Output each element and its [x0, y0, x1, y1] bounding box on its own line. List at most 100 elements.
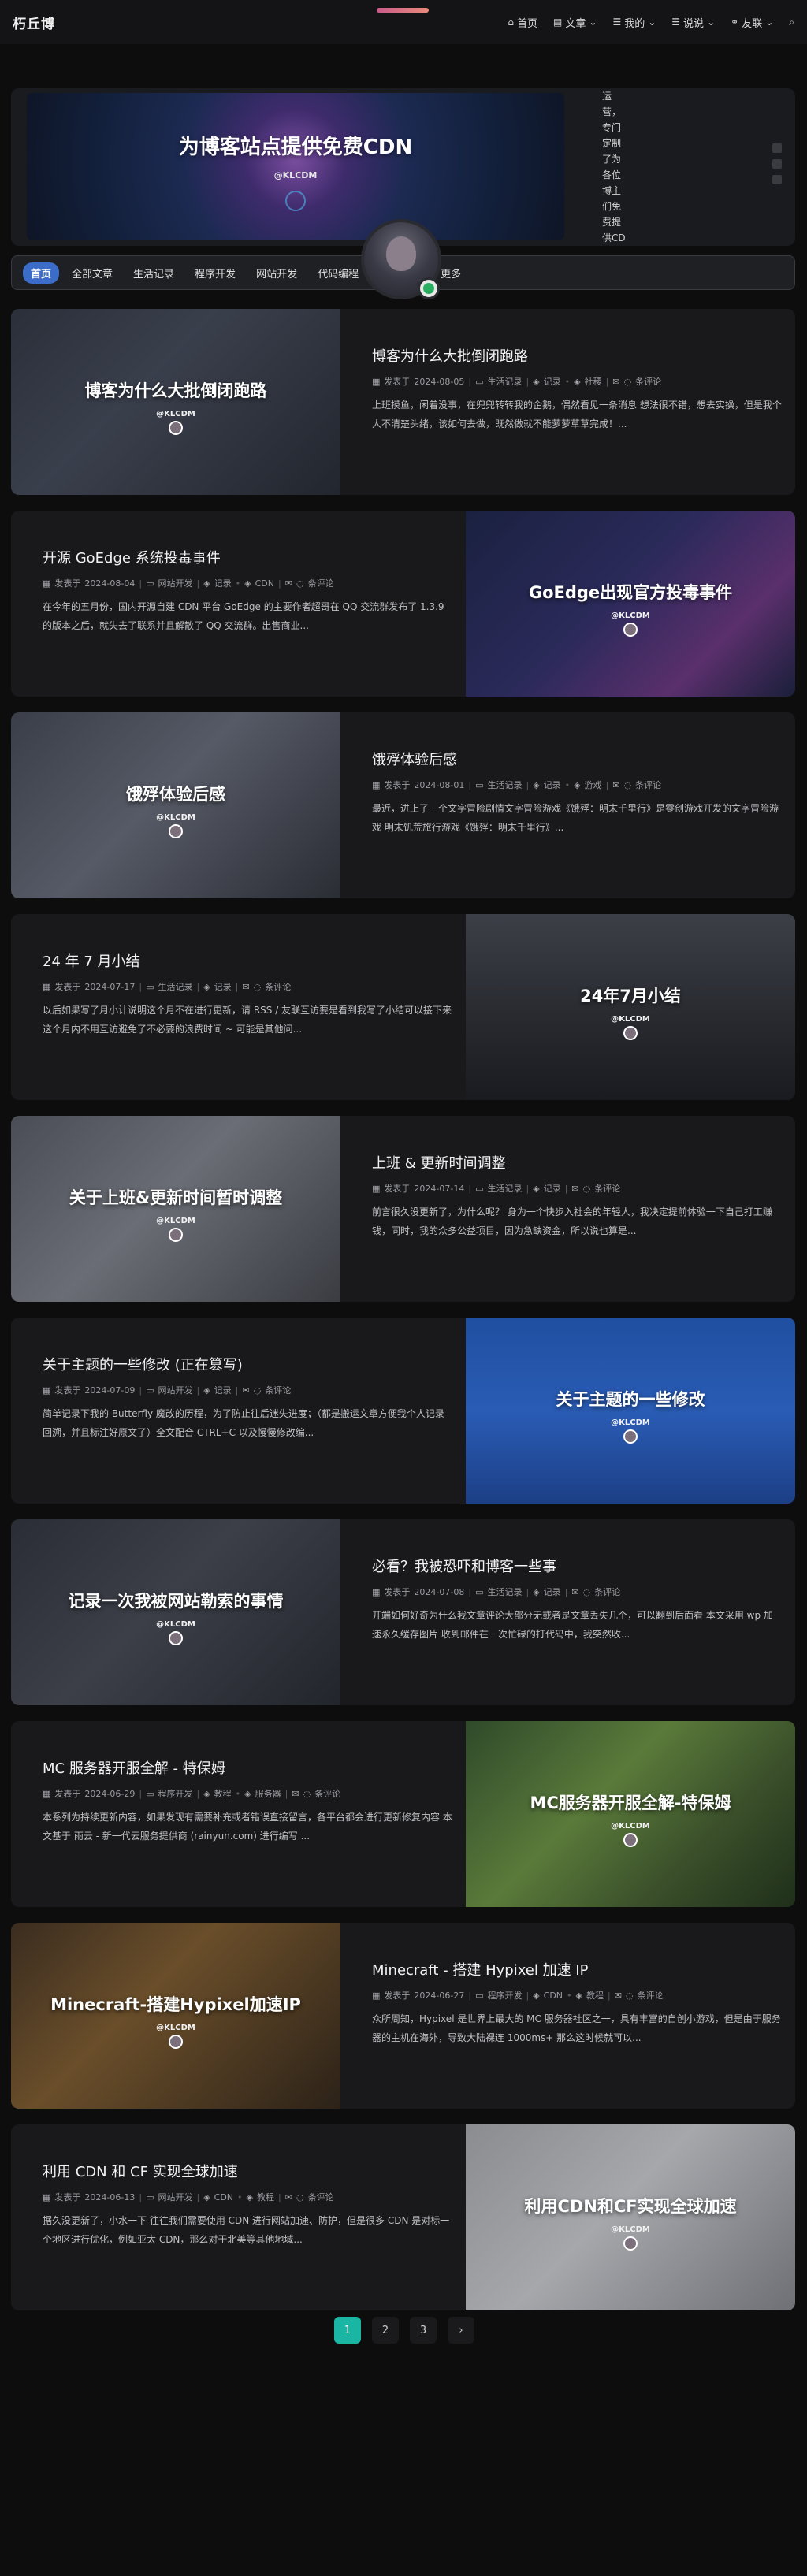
post-title[interactable]: 利用 CDN 和 CF 实现全球加速	[43, 2161, 452, 2181]
post-comments[interactable]: 条评论	[594, 1585, 620, 1598]
cover-avatar	[169, 2035, 183, 2049]
post-category[interactable]: 生活记录	[158, 980, 192, 993]
post-tag[interactable]: CDN	[255, 578, 274, 589]
slider-dot[interactable]	[772, 143, 782, 153]
post-category[interactable]: 生活记录	[487, 1585, 522, 1598]
post-tag[interactable]: 记录	[214, 980, 232, 993]
post-tag[interactable]: 记录	[544, 779, 561, 791]
post-card[interactable]: 关于主题的一些修改 @KLCDM 关于主题的一些修改 (正在篡写) ▦ 发表于 2024-…	[11, 1318, 795, 1504]
hero-slider-dots[interactable]	[772, 143, 782, 191]
tab-0[interactable]: 首页	[23, 262, 60, 284]
avatar-face	[386, 236, 416, 271]
post-tag[interactable]: 服务器	[255, 1787, 281, 1800]
post-card[interactable]: GoEdge出现官方投毒事件 @KLCDM 开源 GoEdge 系统投毒事件 ▦ 发表于…	[11, 511, 795, 697]
tab-4[interactable]: 网站开发	[248, 262, 305, 284]
post-cover-image[interactable]: 关于上班&更新时间暂时调整 @KLCDM	[11, 1116, 340, 1302]
comments-icon: ✉	[612, 779, 620, 790]
post-cover-image[interactable]: MC服务器开服全解-特保姆 @KLCDM	[466, 1721, 795, 1907]
post-title[interactable]: 饿殍体验后感	[372, 749, 782, 769]
post-tag[interactable]: 教程	[586, 1989, 604, 2002]
post-card[interactable]: 博客为什么大批倒闭跑路 @KLCDM 博客为什么大批倒闭跑路 ▦ 发表于 2024-08-…	[11, 309, 795, 495]
folder-icon: ▭	[475, 376, 484, 387]
post-comments[interactable]: 条评论	[265, 1384, 291, 1396]
post-tag[interactable]: CDN	[544, 1991, 563, 2001]
page-button-3[interactable]: 3	[410, 2317, 437, 2344]
post-title[interactable]: 关于主题的一些修改 (正在篡写)	[43, 1354, 452, 1374]
post-category[interactable]: 网站开发	[158, 577, 192, 589]
post-cover-image[interactable]: GoEdge出现官方投毒事件 @KLCDM	[466, 511, 795, 697]
tab-1[interactable]: 全部文章	[64, 262, 121, 284]
post-category[interactable]: 网站开发	[158, 1384, 192, 1396]
post-title[interactable]: 必看？我被恐吓和博客一些事	[372, 1556, 782, 1576]
post-tag[interactable]: 记录	[214, 1384, 232, 1396]
post-comments[interactable]: 条评论	[635, 375, 661, 388]
next-page-icon[interactable]: ›	[448, 2317, 474, 2344]
post-comments[interactable]: 条评论	[314, 1787, 340, 1800]
post-tag[interactable]: 教程	[214, 1787, 232, 1800]
loading-icon: ◌	[582, 1586, 591, 1597]
hero-banner[interactable]: 为博客站点提供免费CDN @KLCDM	[27, 93, 564, 240]
post-cover-image[interactable]: 利用CDN和CF实现全球加速 @KLCDM	[466, 2124, 795, 2310]
nav-item-2[interactable]: ☰ 我的 ⌄	[612, 15, 656, 30]
post-cover-image[interactable]: Minecraft-搭建Hypixel加速IP @KLCDM	[11, 1923, 340, 2109]
post-comments[interactable]: 条评论	[308, 2191, 334, 2203]
post-category[interactable]: 生活记录	[487, 375, 522, 388]
post-category[interactable]: 程序开发	[487, 1989, 522, 2002]
post-title[interactable]: 开源 GoEdge 系统投毒事件	[43, 547, 452, 567]
post-comments[interactable]: 条评论	[265, 980, 291, 993]
post-tag[interactable]: 记录	[214, 577, 232, 589]
calendar-icon: ▦	[43, 578, 51, 589]
tab-2[interactable]: 生活记录	[125, 262, 182, 284]
site-brand[interactable]: 朽丘博	[13, 13, 55, 32]
nav-item-4[interactable]: ⚭ 友联 ⌄	[731, 15, 773, 30]
slider-dot[interactable]	[772, 159, 782, 169]
tab-5[interactable]: 代码编程	[310, 262, 366, 284]
post-comments[interactable]: 条评论	[635, 779, 661, 791]
post-card[interactable]: MC服务器开服全解-特保姆 @KLCDM MC 服务器开服全解 - 特保姆 ▦ 发表于 2…	[11, 1721, 795, 1907]
post-tag[interactable]: 社稷	[585, 375, 602, 388]
calendar-icon: ▦	[372, 1586, 381, 1597]
post-comments[interactable]: 条评论	[594, 1182, 620, 1195]
nav-item-0[interactable]: ⌂ 首页	[508, 15, 537, 30]
nav-item-1[interactable]: ▤ 文章 ⌄	[553, 15, 597, 30]
post-card[interactable]: 24年7月小结 @KLCDM 24 年 7 月小结 ▦ 发表于 2024-07-17 | ▭ 生…	[11, 914, 795, 1100]
post-card[interactable]: Minecraft-搭建Hypixel加速IP @KLCDM Minecraft -…	[11, 1923, 795, 2109]
post-tag[interactable]: 记录	[544, 1585, 561, 1598]
post-tag[interactable]: 教程	[257, 2191, 274, 2203]
post-cover-image[interactable]: 记录一次我被网站勒索的事情 @KLCDM	[11, 1519, 340, 1705]
post-meta: ▦ 发表于 2024-07-08 | ▭ 生活记录 | ◈ 记录 | ✉ ◌ 条评论	[372, 1585, 782, 1598]
post-comments[interactable]: 条评论	[638, 1989, 664, 2002]
post-category[interactable]: 网站开发	[158, 2191, 192, 2203]
post-comments[interactable]: 条评论	[308, 577, 334, 589]
post-cover-image[interactable]: 饿殍体验后感 @KLCDM	[11, 712, 340, 898]
post-tag[interactable]: CDN	[214, 2192, 233, 2202]
post-category[interactable]: 程序开发	[158, 1787, 192, 1800]
post-cover-image[interactable]: 24年7月小结 @KLCDM	[466, 914, 795, 1100]
post-card[interactable]: 饿殍体验后感 @KLCDM 饿殍体验后感 ▦ 发表于 2024-08-01 | ▭ 生活记录 | ◈…	[11, 712, 795, 898]
post-category[interactable]: 生活记录	[487, 1182, 522, 1195]
tab-3[interactable]: 程序开发	[187, 262, 244, 284]
post-title[interactable]: 上班 & 更新时间调整	[372, 1152, 782, 1173]
post-title[interactable]: MC 服务器开服全解 - 特保姆	[43, 1757, 452, 1778]
post-cover-image[interactable]: 关于主题的一些修改 @KLCDM	[466, 1318, 795, 1504]
post-cover-image[interactable]: 博客为什么大批倒闭跑路 @KLCDM	[11, 309, 340, 495]
slider-dot[interactable]	[772, 175, 782, 184]
post-title[interactable]: Minecraft - 搭建 Hypixel 加速 IP	[372, 1959, 782, 1979]
post-tag[interactable]: 记录	[544, 1182, 561, 1195]
post-title[interactable]: 24 年 7 月小结	[43, 950, 452, 971]
post-card[interactable]: 关于上班&更新时间暂时调整 @KLCDM 上班 & 更新时间调整 ▦ 发表于 2024-0…	[11, 1116, 795, 1302]
page-button-1[interactable]: 1	[334, 2317, 361, 2344]
post-tag[interactable]: 游戏	[585, 779, 602, 791]
post-info: 饿殍体验后感 ▦ 发表于 2024-08-01 | ▭ 生活记录 | ◈ 记录 • ◈ 游戏 | ✉ ◌ 条评论…	[372, 749, 782, 837]
post-category[interactable]: 生活记录	[487, 779, 522, 791]
post-title[interactable]: 博客为什么大批倒闭跑路	[372, 345, 782, 366]
page-button-2[interactable]: 2	[372, 2317, 399, 2344]
search-icon[interactable]: ⌕	[789, 17, 794, 28]
post-card[interactable]: 利用CDN和CF实现全球加速 @KLCDM 利用 CDN 和 CF 实现全球加速 ▦ 发…	[11, 2124, 795, 2310]
post-tag[interactable]: 记录	[544, 375, 561, 388]
comments-icon: ✉	[614, 1990, 622, 2001]
cover-title: 记录一次我被网站勒索的事情	[68, 1592, 284, 1611]
nav-item-label: 说说	[683, 17, 705, 30]
post-card[interactable]: 记录一次我被网站勒索的事情 @KLCDM 必看？我被恐吓和博客一些事 ▦ 发表于 2024…	[11, 1519, 795, 1705]
nav-item-3[interactable]: ☰ 说说 ⌄	[671, 15, 715, 30]
